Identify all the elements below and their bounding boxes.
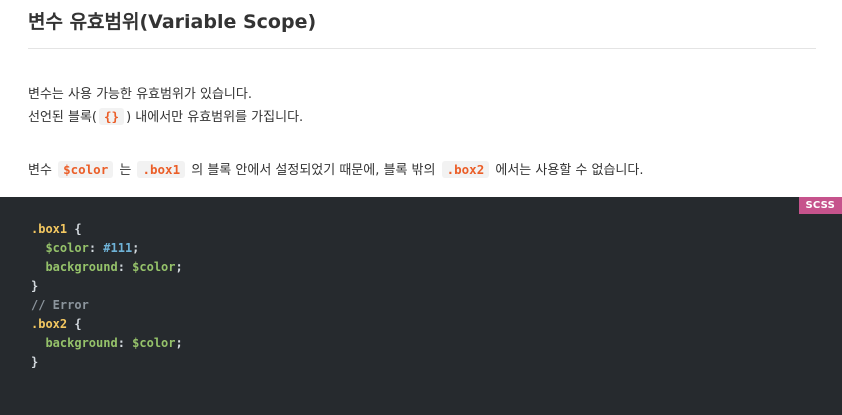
code-line: } xyxy=(31,353,183,372)
code-brace: } xyxy=(31,355,39,369)
code-block[interactable]: SCSS .box1 { $color: #111; background: $… xyxy=(0,197,842,415)
explanation-text-3: 의 블록 안에서 설정되었기 때문에, 블록 밖의 xyxy=(191,163,436,178)
intro-line-2-after: ) 내에서만 유효범위를 가집니다. xyxy=(126,110,304,125)
intro-paragraph: 변수는 사용 가능한 유효범위가 있습니다. 선언된 블록({}) 내에서만 유… xyxy=(28,84,303,129)
code-property: background xyxy=(45,336,118,350)
section-heading: 변수 유효범위(Variable Scope) xyxy=(28,11,317,33)
inline-code-braces: {} xyxy=(99,108,125,125)
code-semicolon: ; xyxy=(175,260,183,274)
code-brace: { xyxy=(67,317,82,331)
code-selector: .box2 xyxy=(31,317,68,331)
code-brace: { xyxy=(67,222,82,236)
inline-code-color-var: $color xyxy=(58,161,114,178)
language-badge: SCSS xyxy=(798,197,842,214)
code-line: } xyxy=(31,277,183,296)
explanation-text-2: 는 xyxy=(119,163,132,178)
intro-line-2-before: 선언된 블록( xyxy=(28,110,98,125)
code-line: $color: #111; xyxy=(31,239,183,258)
inline-code-box2: .box2 xyxy=(441,161,490,178)
code-property: background xyxy=(45,260,118,274)
code-semicolon: ; xyxy=(132,241,140,255)
intro-line-1: 변수는 사용 가능한 유효범위가 있습니다. xyxy=(28,87,252,102)
code-line: background: $color; xyxy=(31,334,183,353)
explanation-text-1: 변수 xyxy=(28,163,52,178)
code-content[interactable]: .box1 { $color: #111; background: $color… xyxy=(31,220,183,372)
intro-line-2: 선언된 블록({}) 내에서만 유효범위를 가집니다. xyxy=(28,106,303,129)
code-variable: $color xyxy=(45,241,89,255)
inline-code-box1: .box1 xyxy=(137,161,186,178)
code-semicolon: ; xyxy=(175,336,183,350)
code-line: .box2 { xyxy=(31,315,183,334)
code-colon: : xyxy=(88,241,104,255)
document: 변수 유효범위(Variable Scope) 변수는 사용 가능한 유효범위가… xyxy=(0,0,842,415)
code-line: // Error xyxy=(31,296,183,315)
heading-divider xyxy=(28,48,816,49)
explanation-text-4: 에서는 사용할 수 없습니다. xyxy=(495,163,644,178)
code-selector: .box1 xyxy=(31,222,68,236)
code-value: #111 xyxy=(103,241,133,255)
code-colon: : xyxy=(117,336,133,350)
code-colon: : xyxy=(117,260,133,274)
code-variable: $color xyxy=(132,260,176,274)
code-brace: } xyxy=(31,279,39,293)
explanation-paragraph: 변수 $color 는 .box1 의 블록 안에서 설정되었기 때문에, 블록… xyxy=(28,159,643,182)
code-variable: $color xyxy=(132,336,176,350)
code-comment: // Error xyxy=(31,298,89,312)
code-line: background: $color; xyxy=(31,258,183,277)
code-line: .box1 { xyxy=(31,220,183,239)
